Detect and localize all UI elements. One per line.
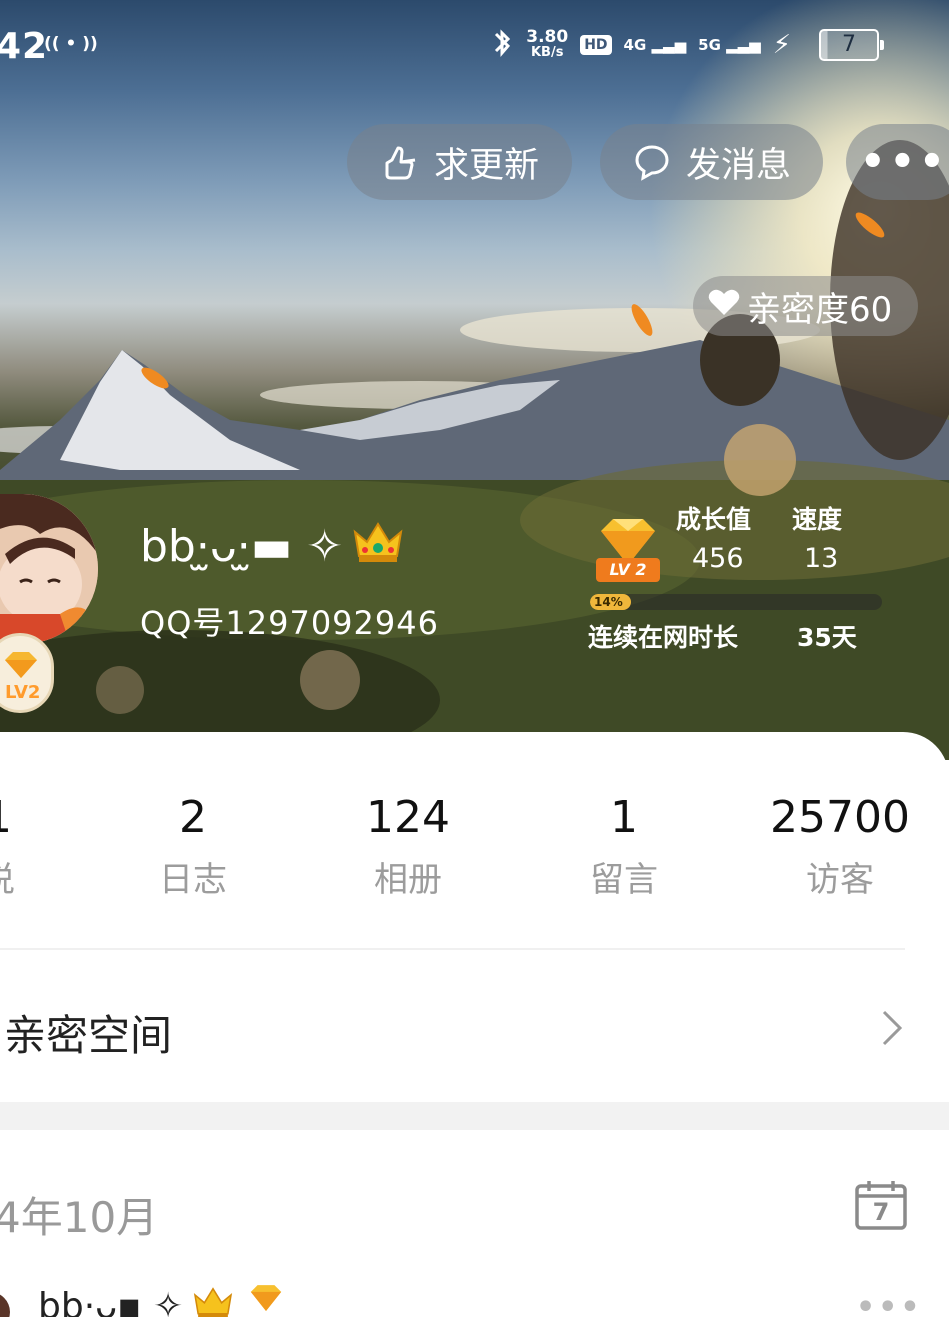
stat-number: 25700 bbox=[770, 792, 910, 843]
more-button[interactable]: ••• bbox=[846, 124, 949, 200]
battery-icon: 7 bbox=[819, 29, 884, 61]
calendar-day: 7 bbox=[872, 1198, 890, 1226]
signal-5g-icon: 5G ▂▃▅ bbox=[698, 36, 761, 54]
level-progress-text: 14% bbox=[594, 595, 623, 609]
charging-icon: ⚡ bbox=[772, 30, 791, 60]
stat-label: 相册 bbox=[374, 860, 442, 900]
profile-content-card: 1 说 2 日志 124 相册 1 留言 25700 访客 亲密空间 4年10月… bbox=[0, 732, 949, 1317]
speed-label: 速度 bbox=[792, 505, 843, 534]
crown-icon bbox=[351, 518, 405, 575]
signal-4g-icon: 4G ▂▃▅ bbox=[623, 36, 687, 54]
request-update-label: 求更新 bbox=[433, 145, 539, 186]
status-time: 42 bbox=[0, 26, 49, 67]
diamond-level-icon bbox=[243, 1284, 289, 1317]
intimacy-label: 亲密度60 bbox=[747, 289, 893, 330]
send-message-label: 发消息 bbox=[685, 145, 791, 186]
send-message-button[interactable]: 发消息 bbox=[600, 124, 823, 200]
feed-more-button[interactable]: ••• bbox=[856, 1290, 923, 1317]
online-duration-value: 35天 bbox=[797, 623, 857, 652]
status-bar: 42 (( • )) 3.80 KB/s HD 4G ▂▃▅ 5G ▂▃▅ ⚡ … bbox=[0, 22, 949, 72]
stat-blog[interactable]: 2 日志 bbox=[113, 794, 273, 901]
section-separator bbox=[0, 1102, 949, 1130]
stat-shuoshuo[interactable]: 1 说 bbox=[0, 794, 78, 901]
stat-visitors[interactable]: 25700 访客 bbox=[760, 794, 920, 901]
network-speed: 3.80 KB/s bbox=[526, 27, 569, 61]
feed-date: 4年10月 bbox=[0, 1193, 159, 1242]
hd-icon: HD bbox=[580, 35, 612, 55]
growth-value: 456 bbox=[692, 543, 744, 574]
feed-author-avatar[interactable] bbox=[0, 1292, 10, 1317]
growth-label: 成长值 bbox=[676, 505, 752, 534]
bluetooth-icon bbox=[490, 26, 514, 64]
stat-number: 1 bbox=[0, 794, 78, 842]
stat-label: 访客 bbox=[806, 860, 874, 900]
stat-guestbook[interactable]: 1 留言 bbox=[544, 794, 704, 901]
more-dots-icon: ••• bbox=[860, 139, 949, 185]
stat-album[interactable]: 124 相册 bbox=[328, 794, 488, 901]
nickname: bb·̫ᴗ·̫▬ ✧ bbox=[140, 518, 405, 575]
request-update-button[interactable]: 求更新 bbox=[347, 124, 572, 200]
intimate-space-label: 亲密空间 bbox=[4, 1011, 173, 1060]
avatar-level-badge: LV2 bbox=[0, 633, 54, 713]
heart-icon bbox=[707, 286, 741, 326]
online-duration-label: 连续在网时长 bbox=[588, 623, 739, 652]
stat-label: 说 bbox=[0, 852, 78, 901]
crown-icon bbox=[191, 1284, 235, 1317]
chevron-right-icon bbox=[882, 1010, 903, 1046]
stat-number: 124 bbox=[366, 792, 450, 843]
stat-label: 日志 bbox=[159, 860, 227, 900]
feed-author-name[interactable]: bb·ᴗ▪ ✧ bbox=[38, 1284, 289, 1317]
stat-number: 1 bbox=[610, 792, 638, 843]
profile-cover[interactable]: 42 (( • )) 3.80 KB/s HD 4G ▂▃▅ 5G ▂▃▅ ⚡ … bbox=[0, 0, 949, 760]
intimacy-badge[interactable]: 亲密度60 bbox=[693, 276, 918, 336]
calendar-icon[interactable]: 7 bbox=[854, 1178, 908, 1232]
qq-number: QQ号1297092946 bbox=[140, 604, 439, 642]
hotspot-icon: (( • )) bbox=[44, 34, 98, 54]
stat-label: 留言 bbox=[590, 860, 658, 900]
level-progress-bar bbox=[590, 594, 882, 610]
intimate-space-row[interactable]: 亲密空间 bbox=[0, 950, 949, 1102]
stat-number: 2 bbox=[179, 792, 207, 843]
chat-bubble-icon bbox=[632, 142, 672, 182]
hand-point-icon bbox=[380, 142, 420, 182]
level-tag: LV 2 bbox=[596, 558, 660, 582]
speed-value: 13 bbox=[804, 543, 839, 574]
